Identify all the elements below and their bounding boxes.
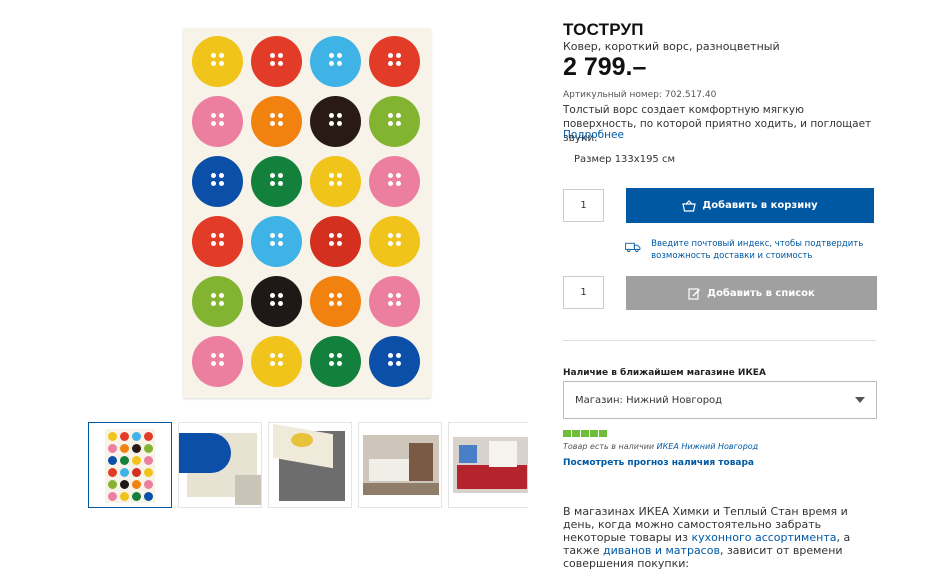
- rug-button-pattern: [369, 276, 420, 327]
- mini-rug-dot: [132, 456, 141, 465]
- rug-button-pattern: [310, 276, 361, 327]
- basket-icon: [682, 199, 697, 212]
- rug-button-pattern: [310, 156, 361, 207]
- mini-rug-dot: [120, 456, 129, 465]
- delivery-check[interactable]: Введите почтовый индекс, чтобы подтверди…: [625, 238, 885, 262]
- mini-rug-dot: [108, 432, 117, 441]
- stock-store-link[interactable]: ИКЕА Нижний Новгород: [657, 442, 759, 451]
- rug-button-pattern: [310, 96, 361, 147]
- mini-rug-dot: [120, 480, 129, 489]
- rug-button-pattern: [310, 336, 361, 387]
- article-number: Артикульный номер: 702.517.40: [563, 90, 717, 100]
- mini-rug-dot: [120, 492, 129, 501]
- rug-button-pattern: [251, 336, 302, 387]
- mini-rug-dot: [144, 492, 153, 501]
- mini-rug-dot: [144, 456, 153, 465]
- mini-rug-dot: [144, 444, 153, 453]
- add-to-list-button[interactable]: Добавить в список: [626, 276, 877, 310]
- rug-button-pattern: [251, 276, 302, 327]
- caret-down-icon: [855, 397, 865, 403]
- rug-button-pattern: [192, 216, 243, 267]
- mini-rug-dot: [108, 480, 117, 489]
- rug-button-pattern: [251, 156, 302, 207]
- thumbnail-2[interactable]: [178, 422, 262, 508]
- rug-button-pattern: [310, 36, 361, 87]
- kitchen-link[interactable]: кухонного ассортимента: [691, 531, 836, 544]
- mini-rug-dot: [120, 468, 129, 477]
- mini-rug-dot: [108, 444, 117, 453]
- rug-button-pattern: [192, 96, 243, 147]
- mini-rug-dot: [132, 480, 141, 489]
- rug-button-pattern: [310, 216, 361, 267]
- forecast-link[interactable]: Посмотреть прогноз наличия товара: [563, 458, 754, 468]
- rug-button-pattern: [369, 156, 420, 207]
- product-title: ТОСТРУП: [563, 20, 644, 39]
- store-select-value: Нижний Новгород: [626, 394, 723, 406]
- mini-rug-dot: [108, 468, 117, 477]
- stock-status-prefix: Товар есть в наличии: [563, 442, 655, 451]
- thumbnail-3[interactable]: [268, 422, 352, 508]
- rug-button-pattern: [251, 36, 302, 87]
- mini-rug-dot: [144, 468, 153, 477]
- rug-button-pattern: [369, 96, 420, 147]
- mini-rug-dot: [144, 480, 153, 489]
- sofas-link[interactable]: диванов и матрасов: [603, 544, 720, 557]
- add-to-list-icon: [688, 287, 701, 300]
- rug-button-pattern: [251, 216, 302, 267]
- thumbnail-5[interactable]: [448, 422, 528, 508]
- rug-button-pattern: [369, 336, 420, 387]
- mini-rug-dot: [120, 444, 129, 453]
- mini-rug-dot: [144, 432, 153, 441]
- store-select[interactable]: Магазин: Нижний Новгород: [563, 381, 877, 419]
- quantity-input-cart[interactable]: [563, 189, 604, 222]
- mini-rug-dot: [132, 444, 141, 453]
- add-to-cart-label: Добавить в корзину: [702, 200, 818, 211]
- thumbnail-4[interactable]: [358, 422, 442, 508]
- product-subtitle: Ковер, короткий ворс, разноцветный: [563, 40, 780, 53]
- rug-button-pattern: [192, 336, 243, 387]
- promo-text: В магазинах ИКЕА Химки и Теплый Стан вре…: [563, 505, 863, 569]
- delivery-text[interactable]: Введите почтовый индекс, чтобы подтверди…: [651, 238, 885, 262]
- product-price: 2 799.–: [563, 53, 647, 81]
- mini-rug-dot: [132, 492, 141, 501]
- add-to-list-label: Добавить в список: [707, 287, 815, 299]
- rug-button-pattern: [192, 276, 243, 327]
- rug-pattern: [192, 36, 421, 389]
- thumbnail-rug-pattern: [105, 429, 155, 503]
- product-main-image[interactable]: [183, 28, 431, 398]
- section-divider: [563, 340, 876, 341]
- rug-button-pattern: [251, 96, 302, 147]
- availability-title: Наличие в ближайшем магазине ИКЕА: [563, 368, 766, 378]
- rug-button-pattern: [369, 36, 420, 87]
- more-link[interactable]: Подробнее: [563, 129, 624, 141]
- rug-button-pattern: [369, 216, 420, 267]
- add-to-cart-button[interactable]: Добавить в корзину: [626, 188, 874, 223]
- mini-rug-dot: [108, 456, 117, 465]
- store-select-label: Магазин:: [575, 394, 623, 406]
- rug-button-pattern: [192, 36, 243, 87]
- stock-status: Товар есть в наличии ИКЕА Нижний Новгоро…: [563, 442, 758, 451]
- mini-rug-dot: [132, 468, 141, 477]
- mini-rug-dot: [132, 432, 141, 441]
- thumbnail-1[interactable]: [88, 422, 172, 508]
- rug-button-pattern: [192, 156, 243, 207]
- stock-indicator: [563, 430, 607, 437]
- product-size: Размер 133x195 см: [574, 154, 676, 165]
- truck-icon: [625, 242, 641, 253]
- mini-rug-dot: [120, 432, 129, 441]
- quantity-input-list[interactable]: [563, 276, 604, 309]
- thumbnail-strip: [88, 422, 528, 510]
- mini-rug-dot: [108, 492, 117, 501]
